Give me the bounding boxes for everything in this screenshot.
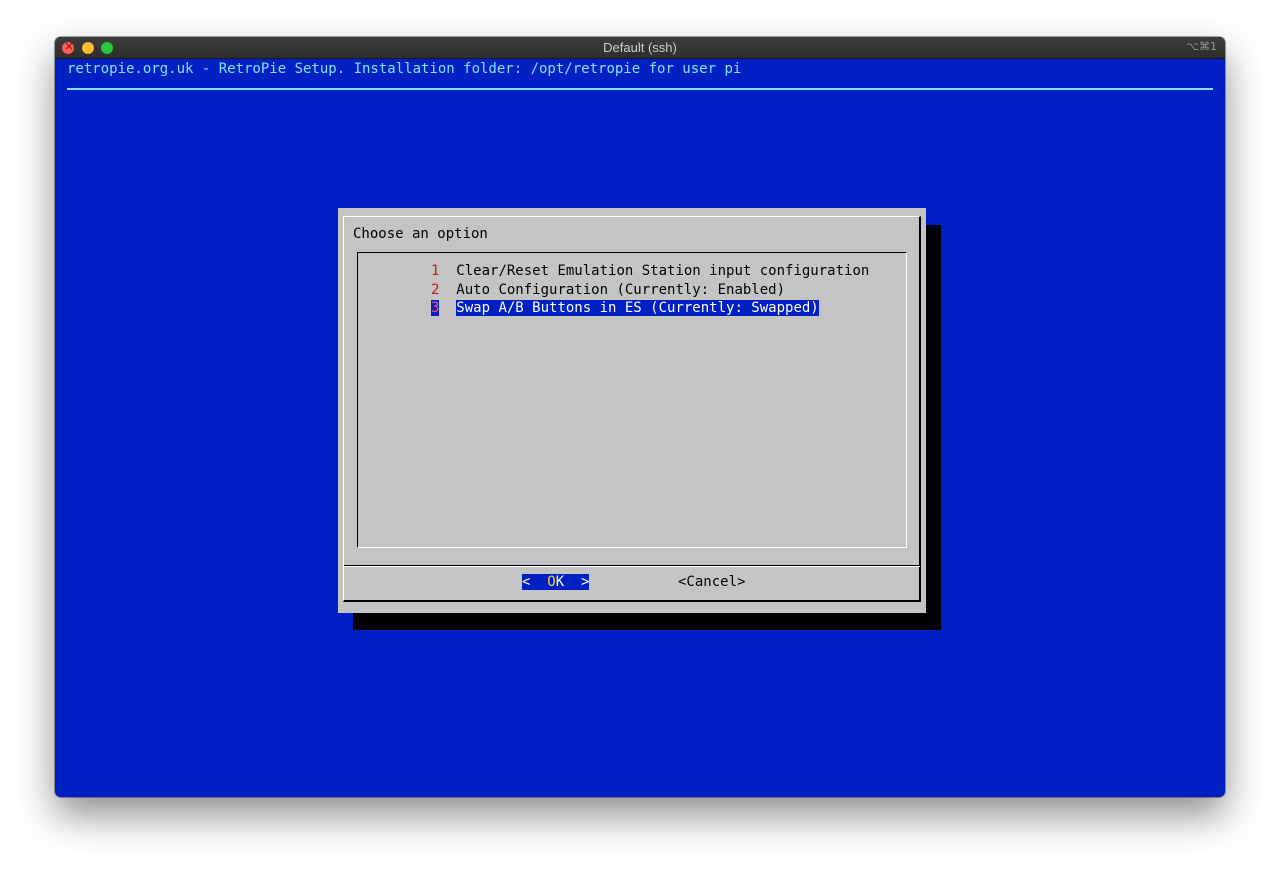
menu-item-label: Clear/Reset Emulation Station input conf…: [456, 263, 870, 279]
menu-item-tag: 2: [431, 281, 440, 298]
title-bar: Default (ssh) ⌥⌘1: [55, 37, 1225, 59]
menu-item-tag: 3: [431, 300, 440, 316]
window-title: Default (ssh): [603, 40, 677, 55]
menu-list: 1 Clear/Reset Emulation Station input co…: [431, 263, 869, 319]
menu-item-label: Auto Configuration (Currently: Enabled): [456, 281, 786, 298]
ok-button[interactable]: < OK >: [522, 574, 590, 590]
setup-header: retropie.org.uk - RetroPie Setup. Instal…: [67, 61, 742, 77]
ok-button-left: <: [522, 574, 548, 590]
menu-item-auto-configuration[interactable]: 2 Auto Configuration (Currently: Enabled…: [431, 282, 869, 301]
dialog-prompt: Choose an option: [353, 226, 488, 242]
menu-list-box: 1 Clear/Reset Emulation Station input co…: [357, 252, 907, 548]
terminal-window: Default (ssh) ⌥⌘1 retropie.org.uk - Retr…: [55, 37, 1225, 797]
window-shortcut: ⌥⌘1: [1186, 40, 1217, 53]
button-divider: [344, 565, 920, 567]
menu-item-reset-input[interactable]: 1 Clear/Reset Emulation Station input co…: [431, 263, 869, 282]
terminal-screen[interactable]: retropie.org.uk - RetroPie Setup. Instal…: [59, 59, 1221, 797]
ok-button-rest: K >: [555, 574, 590, 590]
ok-button-hotkey: O: [547, 574, 556, 590]
header-divider: [67, 88, 1213, 90]
menu-item-swap-ab-buttons[interactable]: 3 Swap A/B Buttons in ES (Currently: Swa…: [431, 300, 869, 319]
menu-dialog: Choose an option 1 Clear/Reset Emulation…: [338, 208, 926, 613]
menu-item-tag: 1: [431, 263, 440, 279]
menu-item-label: Swap A/B Buttons in ES (Currently: Swapp…: [456, 300, 819, 316]
cancel-button[interactable]: <Cancel>: [678, 574, 745, 590]
